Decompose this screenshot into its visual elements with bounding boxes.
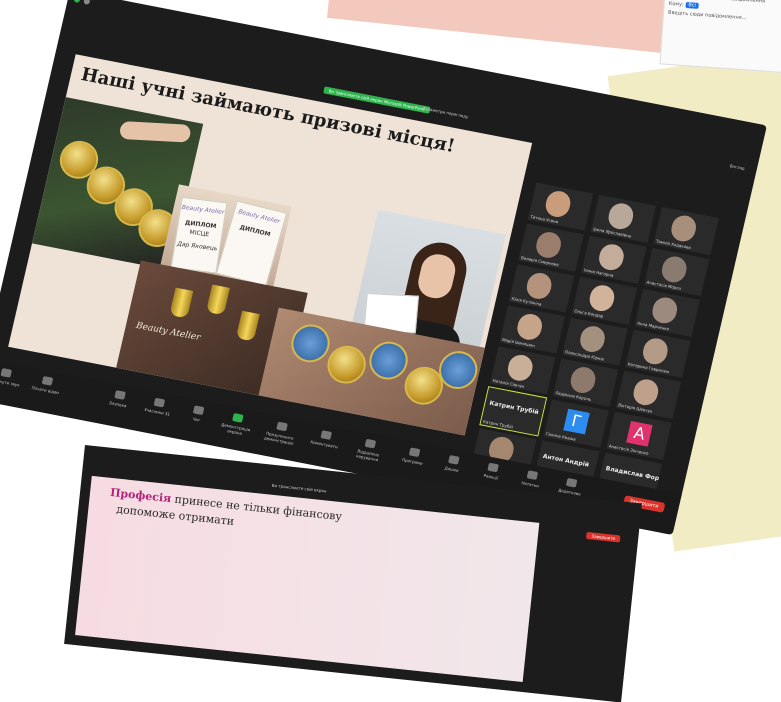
participant-tile[interactable]: Людмила Король (552, 358, 619, 407)
start-video-button[interactable]: Почати відео (25, 373, 68, 396)
participant-video (587, 283, 617, 314)
unmute-button[interactable]: Увімкнути звук (0, 365, 27, 388)
participant-tile[interactable]: Анна Марченко (634, 288, 701, 337)
participant-video (533, 230, 564, 260)
participant-video (543, 189, 573, 220)
whiteboard-icon (448, 455, 460, 465)
participant-video (631, 377, 661, 408)
security-button[interactable]: Безпека (98, 387, 141, 410)
participant-tile[interactable]: Катрин Трубій Катрин Трубій (479, 385, 548, 437)
remote-control-button[interactable]: Віддалене керування (347, 436, 391, 464)
chat-panel: Кому: Усім в чаті ваші повідомлення Кому… (659, 0, 781, 76)
trophy (169, 287, 194, 319)
apps-button[interactable]: Програми (392, 445, 435, 468)
apps-icon (408, 447, 421, 458)
participant-tile[interactable]: Вікторія Шевчук (615, 370, 682, 419)
participant-video (596, 242, 627, 273)
participant-tile[interactable]: А Анастасія Зінченко (606, 411, 672, 460)
pause-share-button[interactable]: Призупинити демонстрацію (259, 419, 303, 447)
info-icon[interactable] (83, 0, 91, 5)
shield-icon (114, 390, 126, 400)
remote-icon (364, 438, 377, 449)
people-icon (153, 397, 166, 408)
participant-tile[interactable]: Катерина Гаврилюк (625, 329, 691, 378)
chat-to-label: Кому: (668, 0, 684, 8)
more-icon (565, 477, 578, 488)
share-screen-icon (232, 413, 244, 423)
participant-tile[interactable]: Ольга Бондар (571, 276, 638, 325)
participant-video (640, 336, 671, 367)
participant-video (659, 254, 689, 285)
participant-tile[interactable]: Валерія Смирнова (518, 223, 584, 272)
notes-icon (526, 470, 539, 480)
view-button[interactable]: Вигляд (729, 163, 745, 171)
participant-tile[interactable]: Таміла Ходакова (653, 206, 719, 256)
microphone-off-icon (0, 368, 13, 378)
participants-button[interactable]: Учасники 31 (137, 395, 180, 418)
participant-video (524, 270, 554, 301)
shared-slide-2: Професія принесе не тільки фінансову доп… (75, 475, 540, 683)
participant-initial: Г (563, 408, 590, 435)
share-status-pill[interactable]: Ви транслюєте свій екран (272, 483, 327, 494)
participant-video (568, 365, 598, 396)
trophy (205, 284, 230, 316)
participant-tile[interactable]: Г Галина Кваша (543, 399, 609, 448)
participant-video (650, 295, 680, 326)
participant-tile[interactable]: Наталія Савчук (489, 346, 556, 395)
smile-icon (487, 462, 499, 473)
security-shield-icon (73, 0, 81, 4)
certificate: Beauty Atelier ДИПЛОМ (215, 200, 288, 287)
participant-tile[interactable]: Юлія Кутаніна (508, 264, 575, 313)
participant-display-name: Катрин Трубій (488, 399, 540, 417)
notes-button[interactable]: Нотатки (510, 467, 553, 490)
camera-off-icon (41, 376, 54, 386)
chat-button[interactable]: Чат (176, 403, 219, 426)
participant-tile[interactable]: Ірина Ярославівна (590, 194, 657, 243)
trophy (235, 310, 260, 342)
participant-tile[interactable]: Марія Іванишин (499, 305, 565, 354)
participant-tile[interactable]: Ілона Нагорна (581, 235, 647, 284)
participant-name: Галина Кваша (545, 431, 577, 442)
participant-tile[interactable]: Тетяна Усеня (527, 182, 594, 231)
participant-tile[interactable]: Анастасія Мороз (643, 247, 710, 297)
participant-video (577, 324, 608, 355)
share-screen-button[interactable]: Демонстрація екрана (214, 410, 258, 438)
hand (119, 121, 192, 143)
annotate-button[interactable]: Коментувати (304, 427, 347, 450)
participant-name: Катрин Трубій (482, 418, 514, 430)
participant-video (514, 311, 545, 342)
participant-tile[interactable]: Олександра Юрків (562, 317, 628, 366)
end-meeting-button[interactable]: Завершити (586, 531, 621, 543)
participant-video (668, 213, 699, 244)
chat-recipient-select[interactable]: Всі (685, 1, 700, 9)
pen-icon (320, 430, 333, 440)
participant-initial: А (626, 420, 653, 447)
pause-icon (276, 421, 288, 432)
chat-bubble-icon (192, 405, 205, 416)
participant-video (505, 352, 535, 383)
reactions-button[interactable]: Реакції (471, 460, 514, 483)
participant-display-name: Антон Андрій (542, 452, 590, 469)
participant-video (606, 201, 636, 232)
whiteboards-button[interactable]: Дошки (432, 452, 475, 475)
